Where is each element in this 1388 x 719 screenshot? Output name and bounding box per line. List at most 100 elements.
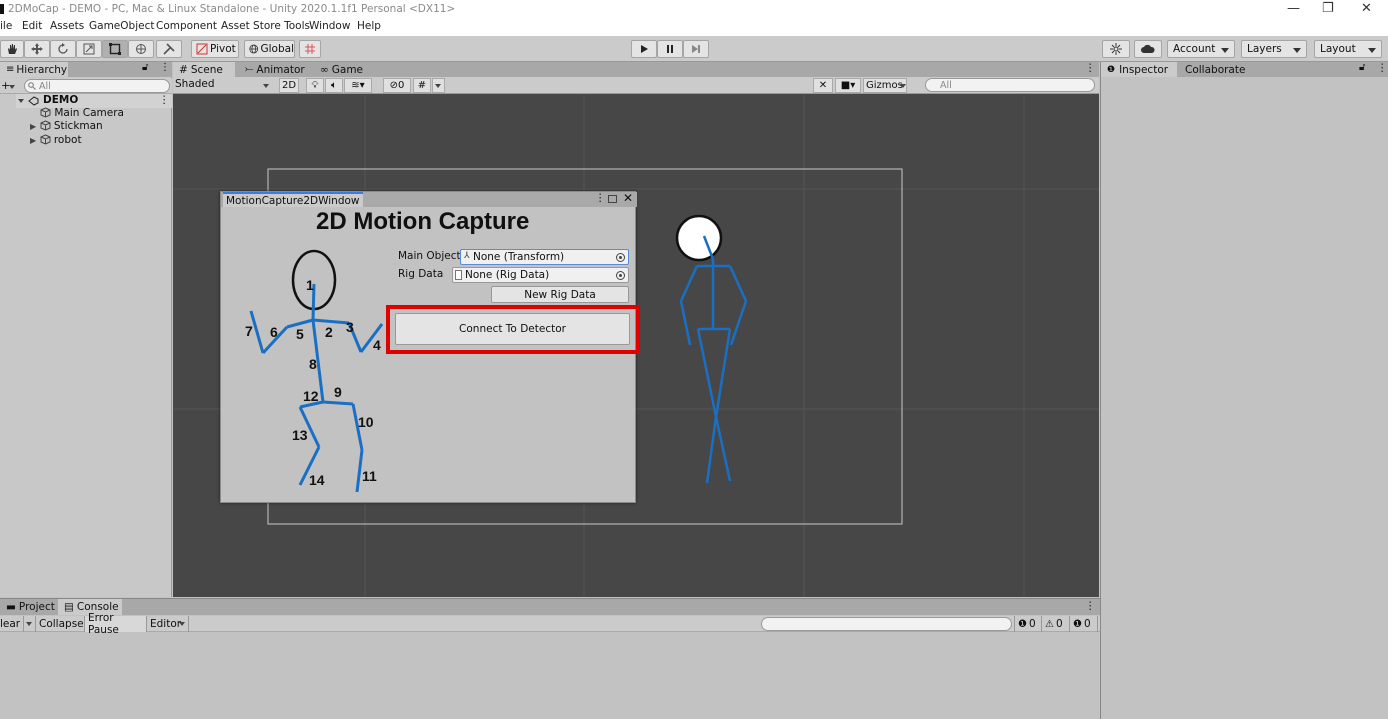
console-search-input[interactable]	[761, 617, 1012, 631]
info-icon: ❶	[1018, 618, 1027, 630]
tab-animator[interactable]: ⤚ Animator	[239, 62, 307, 77]
warning-count-toggle[interactable]: ⚠ 0	[1042, 616, 1070, 632]
expand-arrow-icon[interactable]	[18, 99, 24, 103]
tab-inspector[interactable]: ❶ Inspector	[1101, 62, 1177, 77]
shading-mode-dropdown[interactable]: Shaded	[175, 78, 272, 93]
audio-toggle[interactable]: 🔈︎	[325, 78, 343, 93]
editor-dropdown[interactable]: Editor	[147, 616, 189, 632]
grid-toggle[interactable]: #	[413, 78, 431, 93]
transform-tool-button[interactable]	[128, 40, 154, 58]
move-tool-button[interactable]	[24, 40, 50, 58]
hierarchy-search-input[interactable]: All	[24, 79, 170, 93]
menu-help[interactable]: Help	[357, 20, 381, 32]
tab-project[interactable]: ▬ Project	[0, 599, 58, 615]
gizmos-dropdown[interactable]: Gizmos	[863, 78, 907, 93]
scene-search-input[interactable]: All	[925, 78, 1095, 92]
editor-label: Editor	[150, 618, 182, 630]
scene-stickman[interactable]	[675, 214, 748, 484]
hand-tool-button[interactable]	[0, 40, 24, 58]
cloud-button[interactable]	[1134, 40, 1162, 58]
step-button[interactable]	[683, 40, 709, 58]
clear-button[interactable]: lear	[0, 616, 24, 632]
menu-edit[interactable]: Edit	[22, 20, 42, 32]
global-toggle[interactable]: Global	[244, 40, 295, 58]
error-count-toggle[interactable]: ❶0	[1070, 616, 1098, 632]
account-dropdown[interactable]: Account	[1167, 40, 1235, 58]
scale-tool-button[interactable]	[76, 40, 102, 58]
connect-to-detector-label: Connect To Detector	[459, 323, 566, 335]
main-toolbar: Pivot Global Account Layers Layout	[0, 36, 1388, 62]
collaborate-tab-label: Collaborate	[1185, 63, 1246, 76]
panel-menu-icon[interactable]: ⋮	[595, 192, 606, 204]
speaker-icon: 🔈︎	[331, 80, 337, 91]
lock-icon[interactable]: 🔓︎	[1359, 62, 1365, 73]
dropdown-caret	[435, 84, 441, 88]
rect-tool-button[interactable]	[102, 40, 128, 58]
object-picker-icon[interactable]	[616, 271, 625, 280]
rig-data-field[interactable]: None (Rig Data)	[452, 267, 629, 283]
tab-scene[interactable]: # Scene	[173, 62, 235, 77]
scene-row[interactable]: DEMO ⋮	[16, 94, 172, 108]
menu-component[interactable]: Component	[156, 20, 217, 32]
custom-tool-button[interactable]	[156, 40, 182, 58]
scene-tools-button[interactable]: ✕	[813, 78, 833, 93]
menu-assets[interactable]: Assets	[50, 20, 84, 32]
hierarchy-item-robot[interactable]: ▶ robot	[30, 134, 82, 146]
hierarchy-item-main-camera[interactable]: Main Camera	[40, 107, 124, 119]
hidden-objects-toggle[interactable]: ⊘ 0	[383, 78, 411, 93]
menu-gameobject[interactable]: GameObject	[89, 20, 154, 32]
menu-window[interactable]: Window	[309, 20, 350, 32]
tools-icon: ✕	[818, 80, 828, 91]
panel-menu-icon[interactable]: ⋮	[1085, 600, 1096, 612]
panel-menu-icon[interactable]: ⋮	[1377, 62, 1388, 74]
camera-dropdown[interactable]: ■▾	[835, 78, 861, 93]
collapsed-arrow-icon[interactable]: ▶	[30, 122, 36, 131]
effects-dropdown[interactable]: ≋▾	[344, 78, 372, 93]
close-window-button[interactable]: ✕	[1361, 1, 1372, 16]
tab-hierarchy[interactable]: ≡ Hierarchy	[0, 62, 68, 77]
panel-menu-icon[interactable]: ⋮	[160, 62, 170, 73]
log-count-toggle[interactable]: ❶0	[1014, 616, 1042, 632]
main-object-field[interactable]: ⅄ None (Transform)	[460, 249, 629, 265]
play-button[interactable]	[631, 40, 657, 58]
lighting-toggle[interactable]: 💡︎	[306, 78, 324, 93]
tab-game[interactable]: ∞ Game	[314, 62, 370, 77]
hierarchy-list-icon: ≡	[6, 64, 15, 75]
scene-menu-icon[interactable]: ⋮	[159, 94, 170, 106]
close-icon[interactable]: ✕	[623, 191, 633, 205]
joint-label: 10	[358, 414, 374, 430]
move-icon	[31, 43, 43, 55]
collapse-toggle[interactable]: Collapse	[36, 616, 85, 632]
grid-dropdown[interactable]	[432, 78, 445, 93]
layers-dropdown[interactable]: Layers	[1241, 40, 1307, 58]
tab-motion-capture[interactable]: MotionCapture2DWindow	[223, 192, 363, 207]
collapsed-arrow-icon[interactable]: ▶	[30, 136, 36, 145]
error-pause-toggle[interactable]: Error Pause	[85, 612, 147, 636]
layout-dropdown[interactable]: Layout	[1314, 40, 1382, 58]
panel-menu-icon[interactable]: ⋮	[1085, 62, 1096, 74]
clear-options-dropdown[interactable]	[24, 616, 36, 632]
gamepad-icon: ∞	[320, 63, 329, 76]
maximize-icon[interactable]	[608, 195, 617, 203]
grid-snap-button[interactable]	[299, 40, 321, 58]
new-rig-data-button[interactable]: New Rig Data	[491, 286, 629, 303]
rig-data-value: None (Rig Data)	[465, 269, 550, 281]
scene-toolbar: Shaded 2D 💡︎ 🔈︎ ≋▾ ⊘ 0 # ✕ ■▾ Gizmos All	[173, 77, 1099, 94]
2d-toggle[interactable]: 2D	[279, 78, 299, 93]
object-picker-icon[interactable]	[616, 253, 625, 262]
menu-file[interactable]: ile	[0, 20, 12, 32]
search-icon	[28, 82, 36, 90]
joint-label: 14	[309, 472, 325, 488]
rotate-tool-button[interactable]	[50, 40, 76, 58]
pause-button[interactable]	[657, 40, 683, 58]
minimize-button[interactable]: —	[1287, 1, 1300, 16]
lock-icon[interactable]: 🔓︎	[142, 62, 148, 73]
menu-asset-store-tools[interactable]: Asset Store Tools	[221, 20, 310, 32]
pivot-toggle[interactable]: Pivot	[191, 40, 239, 58]
collab-services-button[interactable]	[1102, 40, 1130, 58]
hierarchy-item-stickman[interactable]: ▶ Stickman	[30, 120, 103, 132]
tab-collaborate[interactable]: Collaborate	[1179, 62, 1249, 77]
create-dropdown-caret[interactable]	[9, 85, 15, 89]
connect-to-detector-button[interactable]: Connect To Detector	[395, 313, 630, 345]
restore-button[interactable]: ❐	[1322, 1, 1334, 16]
